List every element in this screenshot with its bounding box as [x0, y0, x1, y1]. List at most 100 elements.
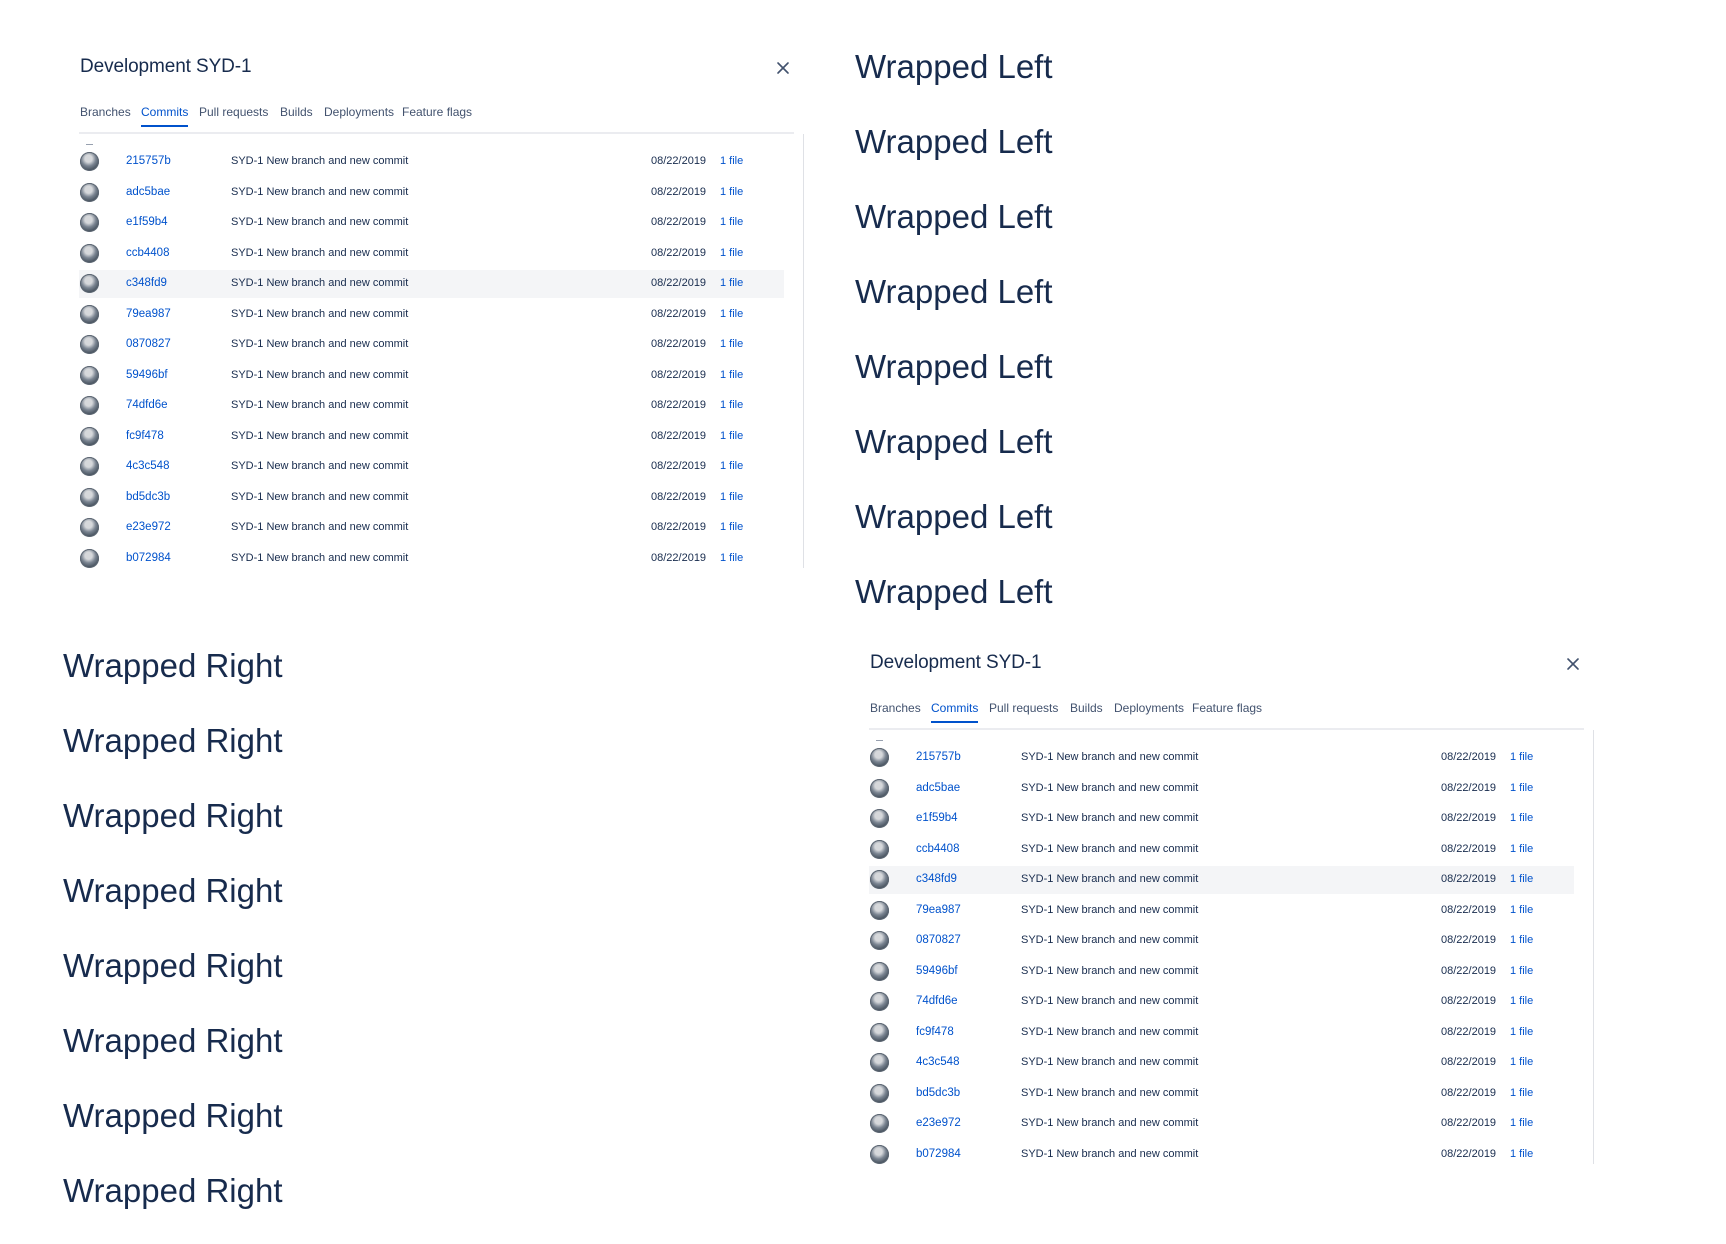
tab-builds[interactable]: Builds [1070, 701, 1103, 721]
author-avatar[interactable] [870, 870, 889, 889]
files-changed-link[interactable]: 1 file [1510, 751, 1533, 763]
files-changed-link[interactable]: 1 file [720, 430, 743, 442]
files-changed-link[interactable]: 1 file [720, 369, 743, 381]
commit-hash-link[interactable]: e1f59b4 [916, 812, 958, 824]
author-avatar[interactable] [870, 900, 889, 920]
commit-hash-link[interactable]: 79ea987 [916, 904, 961, 916]
files-changed-link[interactable]: 1 file [1510, 1087, 1533, 1099]
tab-feature-flags[interactable]: Feature flags [1192, 701, 1262, 721]
author-avatar[interactable] [80, 335, 99, 354]
commit-hash-link[interactable]: ccb4408 [916, 843, 959, 855]
files-changed-link[interactable]: 1 file [1510, 812, 1533, 824]
files-changed-link[interactable]: 1 file [720, 155, 743, 167]
files-changed-link[interactable]: 1 file [720, 521, 743, 533]
author-avatar[interactable] [80, 365, 99, 385]
files-changed-link[interactable]: 1 file [1510, 904, 1533, 916]
tab-pull-requests[interactable]: Pull requests [199, 105, 268, 125]
files-changed-link[interactable]: 1 file [720, 552, 743, 564]
commit-hash-link[interactable]: c348fd9 [916, 873, 957, 885]
author-avatar[interactable] [870, 1114, 889, 1133]
close-button[interactable] [772, 57, 794, 79]
commit-hash-link[interactable]: bd5dc3b [126, 491, 170, 503]
author-avatar[interactable] [80, 487, 99, 507]
commit-hash-link[interactable]: adc5bae [916, 782, 960, 794]
author-avatar[interactable] [870, 748, 889, 767]
author-avatar[interactable] [870, 961, 889, 981]
commit-hash-link[interactable]: e23e972 [126, 521, 171, 533]
commit-hash-link[interactable]: 0870827 [916, 934, 961, 946]
files-changed-link[interactable]: 1 file [720, 277, 743, 289]
commit-hash-link[interactable]: adc5bae [126, 186, 170, 198]
tab-commits[interactable]: Commits [931, 701, 979, 723]
author-avatar[interactable] [80, 396, 99, 415]
files-changed-link[interactable]: 1 file [1510, 843, 1533, 855]
author-avatar[interactable] [870, 1053, 889, 1072]
commit-hash-link[interactable]: fc9f478 [916, 1026, 954, 1038]
tab-feature-flags[interactable]: Feature flags [402, 105, 472, 125]
tab-commits[interactable]: Commits [141, 105, 189, 127]
files-changed-link[interactable]: 1 file [720, 247, 743, 259]
files-changed-link[interactable]: 1 file [1510, 1117, 1533, 1129]
commit-hash-link[interactable]: c348fd9 [126, 277, 167, 289]
files-changed-link[interactable]: 1 file [1510, 965, 1533, 977]
commit-hash-link[interactable]: 215757b [126, 155, 171, 167]
author-avatar[interactable] [870, 1144, 889, 1164]
files-changed-link[interactable]: 1 file [1510, 782, 1533, 794]
commit-hash-link[interactable]: e1f59b4 [126, 216, 168, 228]
files-changed-link[interactable]: 1 file [720, 338, 743, 350]
author-avatar[interactable] [870, 1022, 889, 1042]
author-avatar[interactable] [870, 1083, 889, 1103]
commit-hash-link[interactable]: 74dfd6e [126, 399, 168, 411]
commit-hash-link[interactable]: fc9f478 [126, 430, 164, 442]
author-avatar[interactable] [80, 426, 99, 446]
author-avatar[interactable] [80, 274, 99, 293]
tab-builds[interactable]: Builds [280, 105, 313, 125]
tab-branches[interactable]: Branches [870, 701, 921, 721]
tab-deployments[interactable]: Deployments [324, 105, 394, 125]
sort-indicator[interactable] [876, 740, 883, 741]
sort-indicator[interactable] [86, 144, 93, 145]
files-changed-link[interactable]: 1 file [720, 216, 743, 228]
commit-hash-link[interactable]: b072984 [126, 552, 171, 564]
author-avatar[interactable] [870, 839, 889, 859]
commit-hash-link[interactable]: b072984 [916, 1148, 961, 1160]
author-avatar[interactable] [80, 182, 99, 202]
commit-hash-link[interactable]: ccb4408 [126, 247, 169, 259]
author-avatar[interactable] [80, 243, 99, 263]
author-avatar[interactable] [870, 809, 889, 828]
files-changed-link[interactable]: 1 file [720, 308, 743, 320]
files-changed-link[interactable]: 1 file [1510, 995, 1533, 1007]
close-button[interactable] [1562, 653, 1584, 675]
commit-hash-link[interactable]: 74dfd6e [916, 995, 958, 1007]
author-avatar[interactable] [80, 304, 99, 324]
files-changed-link[interactable]: 1 file [720, 491, 743, 503]
commit-hash-link[interactable]: 59496bf [916, 965, 958, 977]
author-avatar[interactable] [80, 152, 99, 171]
files-changed-link[interactable]: 1 file [1510, 934, 1533, 946]
author-avatar[interactable] [870, 931, 889, 950]
tab-pull-requests[interactable]: Pull requests [989, 701, 1058, 721]
commit-hash-link[interactable]: 79ea987 [126, 308, 171, 320]
commit-hash-link[interactable]: 0870827 [126, 338, 171, 350]
files-changed-link[interactable]: 1 file [1510, 873, 1533, 885]
commit-hash-link[interactable]: 4c3c548 [126, 460, 169, 472]
tab-deployments[interactable]: Deployments [1114, 701, 1184, 721]
author-avatar[interactable] [870, 992, 889, 1011]
commit-hash-link[interactable]: bd5dc3b [916, 1087, 960, 1099]
commit-hash-link[interactable]: e23e972 [916, 1117, 961, 1129]
files-changed-link[interactable]: 1 file [720, 186, 743, 198]
commit-hash-link[interactable]: 59496bf [126, 369, 168, 381]
commit-hash-link[interactable]: 4c3c548 [916, 1056, 959, 1068]
author-avatar[interactable] [870, 778, 889, 798]
author-avatar[interactable] [80, 213, 99, 232]
tab-branches[interactable]: Branches [80, 105, 131, 125]
commit-hash-link[interactable]: 215757b [916, 751, 961, 763]
files-changed-link[interactable]: 1 file [720, 399, 743, 411]
files-changed-link[interactable]: 1 file [720, 460, 743, 472]
author-avatar[interactable] [80, 457, 99, 476]
files-changed-link[interactable]: 1 file [1510, 1148, 1533, 1160]
files-changed-link[interactable]: 1 file [1510, 1056, 1533, 1068]
author-avatar[interactable] [80, 518, 99, 537]
files-changed-link[interactable]: 1 file [1510, 1026, 1533, 1038]
author-avatar[interactable] [80, 548, 99, 568]
